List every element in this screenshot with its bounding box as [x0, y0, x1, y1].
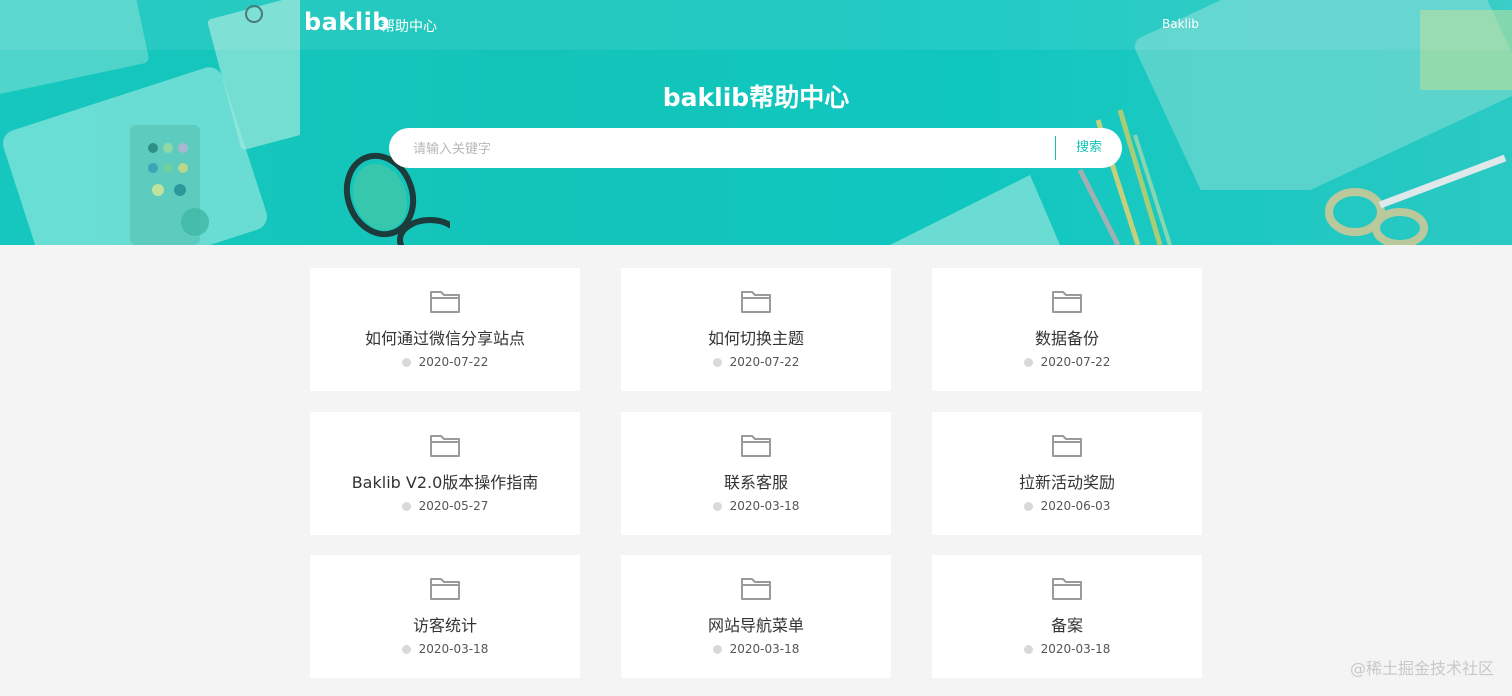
- card-title: 拉新活动奖励: [1018, 473, 1115, 492]
- card-title: Baklib V2.0版本操作指南: [351, 473, 539, 492]
- search-divider: [1055, 136, 1056, 160]
- logo-wordmark[interactable]: baklib: [304, 8, 390, 36]
- search-button[interactable]: 搜索: [1061, 128, 1117, 168]
- card-date: 2020-05-27: [418, 499, 489, 513]
- date-dot-icon: [401, 502, 411, 511]
- category-card[interactable]: 网站导航菜单 2020-03-18: [621, 555, 891, 678]
- date-dot-icon: [712, 645, 722, 654]
- folder-icon: [1052, 435, 1082, 457]
- paper-decoration-illustration: [890, 175, 1060, 245]
- top-navigation-bar: baklib 帮助中心 Baklib: [0, 0, 1512, 50]
- date-dot-icon: [712, 502, 722, 511]
- card-date: 2020-07-22: [729, 355, 800, 369]
- logo-subtitle[interactable]: 帮助中心: [381, 16, 437, 36]
- folder-icon: [741, 291, 771, 313]
- search-bar: 搜索: [389, 128, 1122, 170]
- card-title: 如何切换主题: [707, 329, 804, 348]
- folder-icon: [1052, 578, 1082, 600]
- date-dot-icon: [712, 358, 722, 367]
- card-date-row: 2020-06-03: [932, 499, 1202, 513]
- category-card[interactable]: 拉新活动奖励 2020-06-03: [932, 412, 1202, 535]
- card-date-row: 2020-07-22: [621, 355, 891, 369]
- card-date: 2020-03-18: [418, 642, 489, 656]
- card-date-row: 2020-07-22: [932, 355, 1202, 369]
- card-title: 数据备份: [1034, 329, 1099, 348]
- category-card[interactable]: Baklib V2.0版本操作指南 2020-05-27: [310, 412, 580, 535]
- hero-banner: baklib 帮助中心 Baklib baklib帮助中心 搜索: [0, 0, 1512, 245]
- folder-icon: [430, 578, 460, 600]
- card-title: 访客统计: [412, 616, 477, 635]
- date-dot-icon: [401, 358, 411, 367]
- date-dot-icon: [1023, 645, 1033, 654]
- search-input[interactable]: [411, 128, 1035, 170]
- scissors-decoration-illustration: [1325, 154, 1507, 245]
- card-date-row: 2020-03-18: [621, 642, 891, 656]
- date-dot-icon: [401, 645, 411, 654]
- card-title: 备案: [1050, 616, 1083, 635]
- folder-icon: [741, 578, 771, 600]
- date-dot-icon: [1023, 358, 1033, 367]
- folder-icon: [741, 435, 771, 457]
- card-date-row: 2020-03-18: [621, 499, 891, 513]
- card-date: 2020-07-22: [1040, 355, 1111, 369]
- card-date-row: 2020-07-22: [310, 355, 580, 369]
- category-card[interactable]: 备案 2020-03-18: [932, 555, 1202, 678]
- card-date-row: 2020-03-18: [310, 642, 580, 656]
- category-card[interactable]: 联系客服 2020-03-18: [621, 412, 891, 535]
- folder-icon: [1052, 291, 1082, 313]
- card-title: 联系客服: [723, 473, 788, 492]
- category-card[interactable]: 数据备份 2020-07-22: [932, 268, 1202, 391]
- card-date: 2020-06-03: [1040, 499, 1111, 513]
- card-date: 2020-03-18: [729, 499, 800, 513]
- card-date: 2020-03-18: [729, 642, 800, 656]
- card-date: 2020-07-22: [418, 355, 489, 369]
- nav-link-baklib[interactable]: Baklib: [1162, 17, 1199, 31]
- watermark-text: @稀土掘金技术社区: [1349, 659, 1494, 678]
- card-date-row: 2020-05-27: [310, 499, 580, 513]
- folder-icon: [430, 435, 460, 457]
- date-dot-icon: [1023, 502, 1033, 511]
- card-title: 网站导航菜单: [707, 616, 804, 635]
- category-card[interactable]: 访客统计 2020-03-18: [310, 555, 580, 678]
- page-title: baklib帮助中心: [662, 83, 850, 112]
- category-card[interactable]: 如何切换主题 2020-07-22: [621, 268, 891, 391]
- card-date-row: 2020-03-18: [932, 642, 1202, 656]
- category-card[interactable]: 如何通过微信分享站点 2020-07-22: [310, 268, 580, 391]
- folder-icon: [430, 291, 460, 313]
- card-date: 2020-03-18: [1040, 642, 1111, 656]
- card-title: 如何通过微信分享站点: [364, 329, 525, 348]
